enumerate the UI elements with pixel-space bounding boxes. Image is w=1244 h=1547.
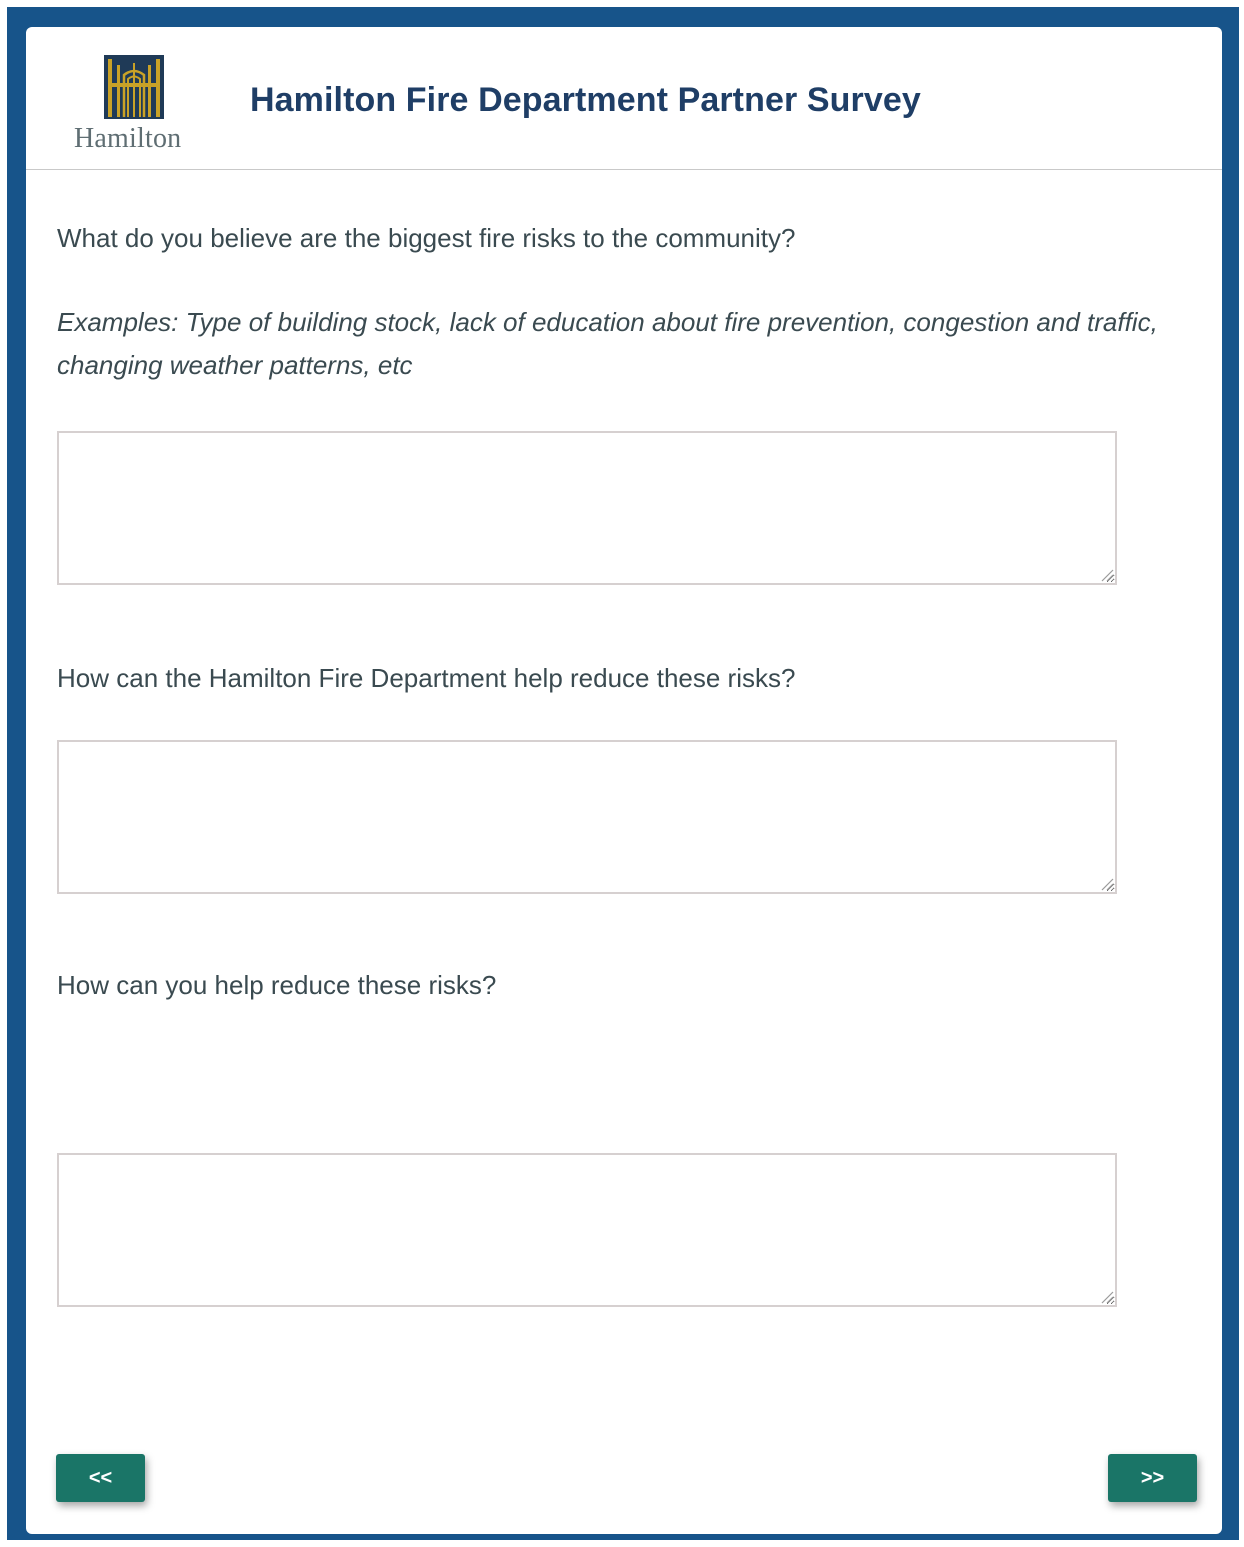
question-2-answer[interactable]: [57, 740, 1117, 894]
survey-card: Hamilton Hamilton Fire Department Partne…: [26, 27, 1222, 1534]
question-1-answer[interactable]: [57, 431, 1117, 585]
question-1-label: What do you believe are the biggest fire…: [57, 223, 796, 253]
page-title: Hamilton Fire Department Partner Survey: [250, 81, 921, 119]
resize-grip-icon[interactable]: [1100, 568, 1114, 582]
survey-header: Hamilton Hamilton Fire Department Partne…: [26, 27, 1222, 170]
logo-wordmark: Hamilton: [74, 123, 182, 154]
question-3-answer[interactable]: [57, 1153, 1117, 1307]
hamilton-logo: Hamilton: [66, 49, 206, 159]
next-page-button[interactable]: >>: [1108, 1454, 1197, 1502]
question-1-hint: Examples: Type of building stock, lack o…: [57, 307, 1158, 380]
question-2-label: How can the Hamilton Fire Department hel…: [57, 663, 796, 693]
resize-grip-icon[interactable]: [1100, 877, 1114, 891]
resize-grip-icon[interactable]: [1100, 1290, 1114, 1304]
previous-page-button[interactable]: <<: [56, 1454, 145, 1502]
page-frame: Hamilton Hamilton Fire Department Partne…: [7, 7, 1239, 1540]
hamilton-logo-icon: [104, 55, 164, 119]
question-3-label: How can you help reduce these risks?: [57, 970, 497, 1000]
